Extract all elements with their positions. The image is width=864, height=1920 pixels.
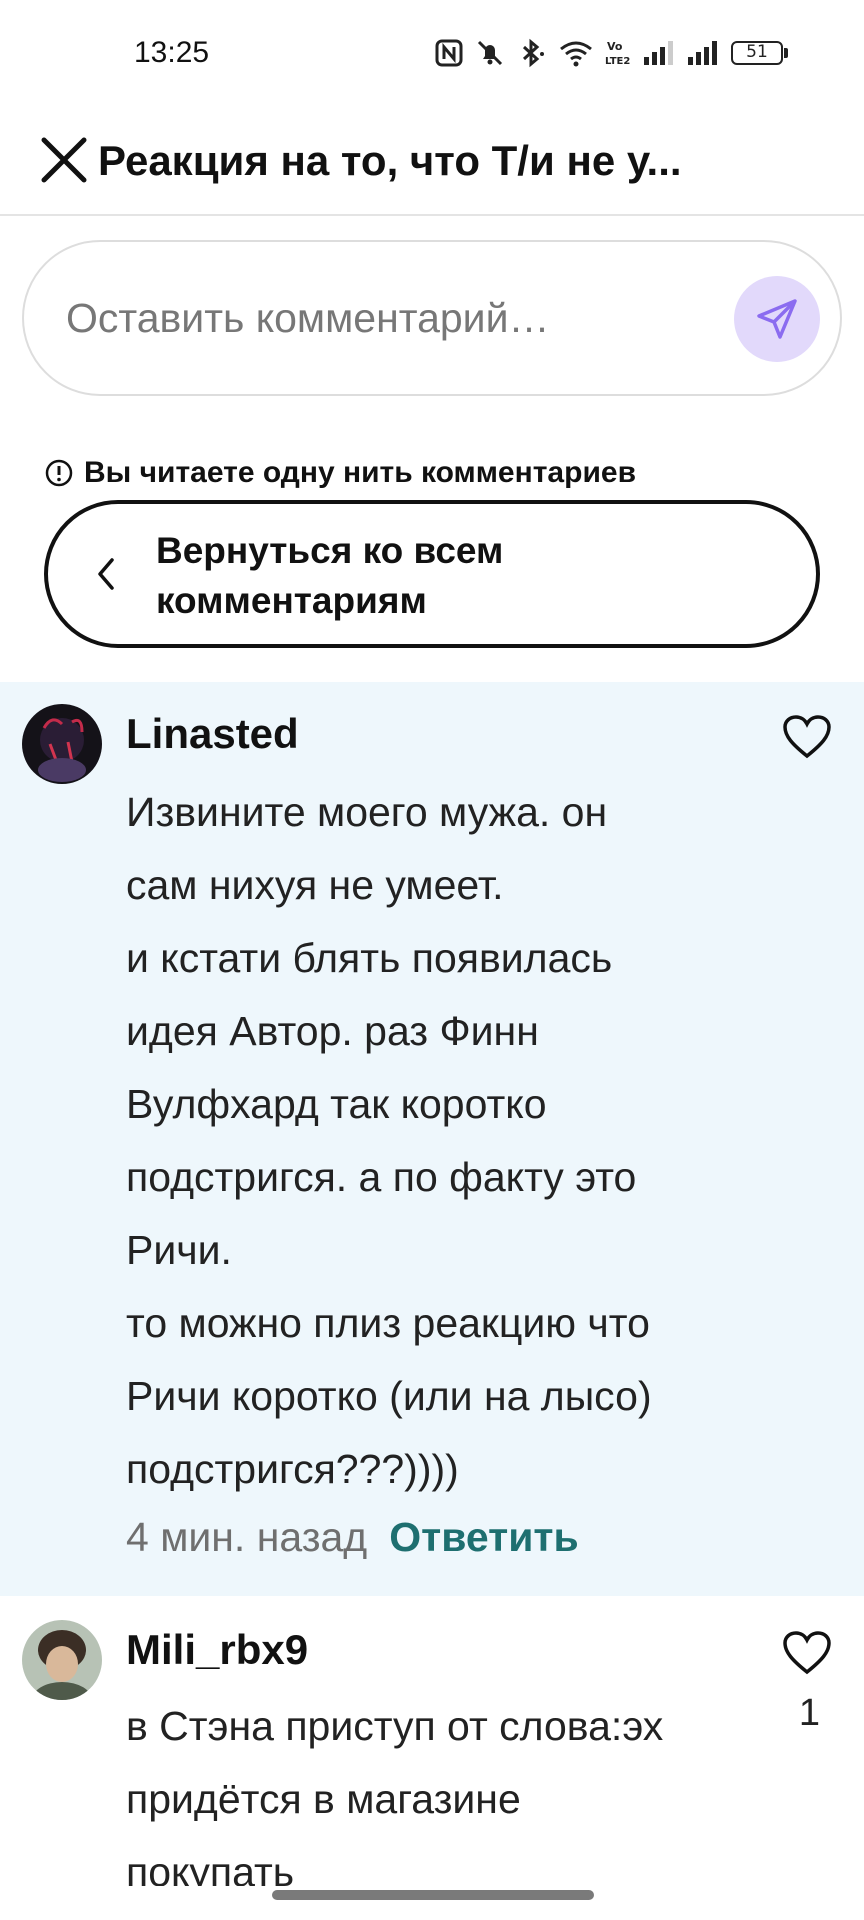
comment-line: Ричи.: [126, 1227, 232, 1273]
send-icon: [757, 299, 797, 339]
thread-notice-text: Вы читаете одну нить комментариев: [84, 456, 637, 489]
comment-line: и кстати блять появилась: [126, 935, 613, 981]
bluetooth-icon: [522, 38, 544, 68]
volte-icon: Vo LTE2: [605, 40, 630, 67]
home-indicator[interactable]: [272, 1890, 594, 1900]
status-bar: 13:25 Vo LTE2 51: [0, 0, 864, 110]
status-icons: Vo LTE2 51: [435, 38, 788, 68]
heart-icon: [783, 715, 831, 759]
page-title: Реакция на то, что Т/и не у...: [98, 137, 682, 184]
battery-icon: 51: [731, 41, 788, 65]
close-icon: [41, 137, 87, 183]
comment-line: Ричи коротко (или на лысо): [126, 1373, 652, 1419]
comment-input[interactable]: [64, 282, 708, 354]
like-count: 1: [798, 1692, 820, 1734]
comment-line: Извините моего мужа. он: [126, 789, 608, 835]
battery-level: 51: [731, 41, 783, 65]
comment-line: покупать: [126, 1849, 295, 1886]
comment-line: придётся в магазине: [126, 1776, 521, 1822]
comment-input-box: [22, 240, 842, 396]
info-icon: [45, 459, 73, 487]
chevron-left-icon: [98, 558, 114, 590]
comment-meta: 4 мин. назад Ответить: [126, 1514, 579, 1561]
signal-icon: [688, 41, 717, 65]
svg-text:Vo: Vo: [607, 40, 623, 53]
comment-line: то можно плиз реакцию что: [126, 1300, 650, 1346]
nfc-icon: [435, 39, 463, 67]
comment-line: идея Автор. раз Финн: [126, 1008, 539, 1054]
reply-button[interactable]: Ответить: [389, 1514, 578, 1561]
comment-line: подстригся. а по факту это: [126, 1154, 637, 1200]
close-button[interactable]: [38, 134, 90, 186]
comment-line: Вулфхард так коротко: [126, 1081, 547, 1127]
comment-line: в Стэна приступ от слова:эх: [126, 1703, 664, 1749]
like-button[interactable]: [782, 714, 832, 760]
comment-timestamp: 4 мин. назад: [126, 1514, 368, 1560]
like-button[interactable]: [782, 1630, 832, 1676]
mute-icon: [477, 40, 503, 66]
comment-line: подстригся???)))): [126, 1446, 459, 1492]
comment-item: Linasted Извините моего мужа. он сам них…: [0, 682, 864, 1596]
status-time: 13:25: [134, 36, 210, 69]
back-button-label: Вернуться ко всем комментариям: [156, 530, 504, 621]
heart-icon: [783, 1631, 831, 1675]
top-bar: Реакция на то, что Т/и не у...: [0, 110, 864, 216]
comment-text: в Стэна приступ от слова:эх придётся в м…: [126, 1690, 746, 1886]
comment-item: Mili_rbx9 1 в Стэна приступ от слова:эх …: [0, 1596, 864, 1886]
avatar[interactable]: [22, 704, 102, 784]
comment-username[interactable]: Mili_rbx9: [126, 1626, 308, 1674]
comment-username[interactable]: Linasted: [126, 710, 299, 758]
back-to-all-comments-button[interactable]: Вернуться ко всем комментариям: [44, 500, 820, 648]
svg-text:LTE2: LTE2: [605, 56, 630, 67]
avatar[interactable]: [22, 1620, 102, 1700]
signal-icon: [644, 41, 673, 65]
wifi-icon: [560, 41, 592, 67]
thread-notice: Вы читаете одну нить комментариев: [44, 456, 636, 490]
comment-text: Извините моего мужа. он сам нихуя не уме…: [126, 776, 746, 1506]
send-button[interactable]: [734, 276, 820, 362]
comment-line: сам нихуя не умеет.: [126, 862, 504, 908]
